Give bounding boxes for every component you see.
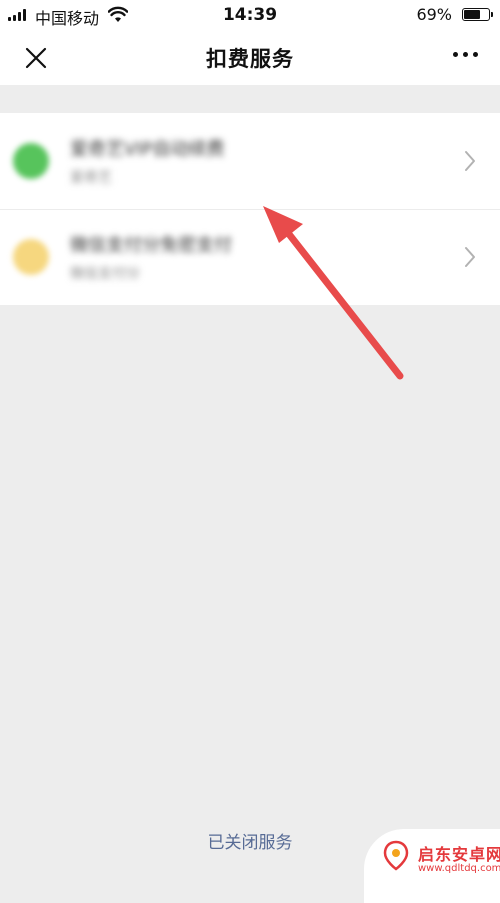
service-title: 微信支付分免密支付 [70,235,232,256]
battery-icon [462,8,493,21]
status-bar: 中国移动 14:39 69% [0,0,500,30]
service-item[interactable]: 微信支付分免密支付 微信支付分 [0,209,500,305]
watermark-name: 启东安卓网 [418,845,500,864]
more-icon[interactable] [453,52,478,57]
nav-bar: 扣费服务 [0,30,500,85]
battery-percent: 69% [416,5,452,24]
service-list: 爱奇艺VIP自动续费 爱奇艺 微信支付分免密支付 微信支付分 [0,113,500,305]
chevron-right-icon [465,247,475,267]
watermark-url: www.qdltdq.com [418,863,500,874]
service-logo-icon [13,143,49,179]
page-title: 扣费服务 [206,47,294,71]
service-title: 爱奇艺VIP自动续费 [70,139,225,160]
chevron-right-icon [465,151,475,171]
battery-level-fill [464,10,480,19]
watermark-logo-icon [383,840,409,871]
service-subtitle: 微信支付分 [70,266,140,282]
watermark: 启东安卓网 www.qdltdq.com [364,829,500,903]
service-item[interactable]: 爱奇艺VIP自动续费 爱奇艺 [0,113,500,209]
service-subtitle: 爱奇艺 [70,170,112,186]
service-logo-icon [13,239,49,275]
